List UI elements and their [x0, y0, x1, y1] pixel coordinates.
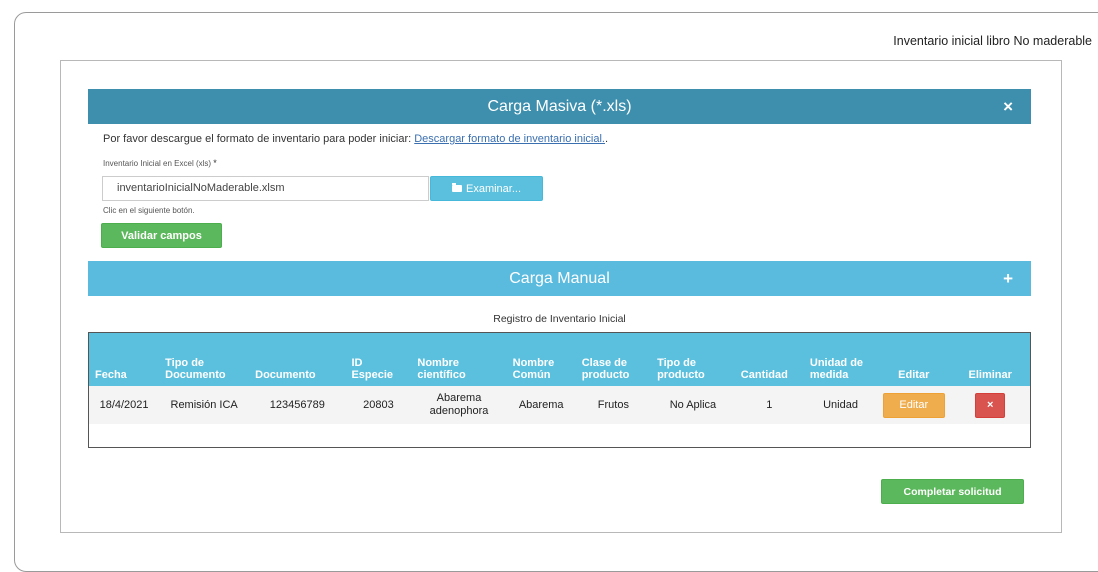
col-documento: Documento — [255, 369, 316, 381]
intro-text: Por favor descargue el formato de invent… — [103, 133, 608, 145]
table-header-row: Fecha Tipo de Documento Documento ID Esp… — [89, 333, 1030, 386]
col-editar: Editar — [898, 369, 930, 381]
browse-label: Examinar... — [465, 182, 522, 195]
col-clase-producto: Clase de producto — [581, 357, 630, 381]
plus-icon[interactable]: + — [1003, 269, 1013, 289]
page-title: Inventario inicial libro No maderable — [893, 34, 1092, 48]
col-nombre-cientifico: Nombre científico — [417, 357, 466, 381]
cell-unidad-medida: Unidad — [823, 398, 858, 411]
carga-manual-header[interactable]: Carga Manual + — [88, 261, 1031, 296]
col-tipo-documento: Tipo de Documento — [165, 357, 226, 381]
download-format-link[interactable]: Descargar formato de inventario inicial. — [414, 133, 605, 145]
cell-fecha: 18/4/2021 — [99, 398, 149, 411]
cell-id-especie: 20803 — [363, 398, 394, 411]
inventory-table: Fecha Tipo de Documento Documento ID Esp… — [89, 333, 1030, 424]
cell-nombre-comun: Abarema — [518, 398, 564, 411]
col-id-especie: ID Especie — [351, 357, 394, 381]
table-caption: Registro de Inventario Inicial — [493, 313, 626, 325]
browse-button[interactable]: Examinar... — [430, 176, 543, 201]
file-field-label: Inventario Inicial en Excel (xls) * — [103, 158, 217, 168]
intro-label: Por favor descargue el formato de invent… — [103, 133, 415, 145]
delete-button[interactable]: × — [975, 392, 1006, 418]
edit-button[interactable]: Editar — [882, 392, 945, 418]
cell-eliminar: × — [950, 386, 1030, 424]
cell-editar: Editar — [877, 386, 950, 424]
col-fecha: Fecha — [95, 369, 127, 381]
table-row: 18/4/2021 Remisión ICA 123456789 20803 A… — [89, 386, 1030, 424]
col-nombre-comun: Nombre Común — [512, 357, 555, 381]
col-cantidad: Cantidad — [740, 369, 788, 381]
click-hint: Clic en el siguiente botón. — [103, 206, 195, 215]
cell-tipo-documento: Remisión ICA — [170, 398, 238, 411]
carga-masiva-title: Carga Masiva (*.xls) — [487, 97, 632, 115]
cell-cantidad: 1 — [766, 398, 773, 411]
complete-request-button[interactable]: Completar solicitud — [881, 479, 1024, 504]
cell-documento: 123456789 — [269, 398, 325, 411]
cell-nombre-cientifico: Abarema adenophora — [429, 392, 489, 417]
required-mark: * — [213, 158, 217, 168]
folder-icon — [451, 183, 462, 192]
validate-button[interactable]: Validar campos — [101, 223, 222, 248]
carga-masiva-header[interactable]: Carga Masiva (*.xls) × — [88, 89, 1031, 124]
intro-suffix: . — [605, 133, 609, 145]
col-eliminar: Eliminar — [968, 369, 1012, 381]
file-label-text: Inventario Inicial en Excel (xls) — [103, 159, 212, 168]
col-tipo-producto: Tipo de producto — [657, 357, 705, 381]
form-panel — [60, 60, 1062, 533]
close-icon[interactable]: × — [1003, 97, 1013, 117]
cell-clase-producto: Frutos — [597, 398, 629, 411]
col-unidad-medida: Unidad de medida — [809, 357, 864, 381]
carga-manual-title: Carga Manual — [509, 269, 610, 287]
file-input[interactable]: inventarioInicialNoMaderable.xlsm — [102, 176, 429, 201]
cell-tipo-producto: No Aplica — [669, 398, 717, 411]
inventory-table-box: Fecha Tipo de Documento Documento ID Esp… — [88, 332, 1031, 448]
